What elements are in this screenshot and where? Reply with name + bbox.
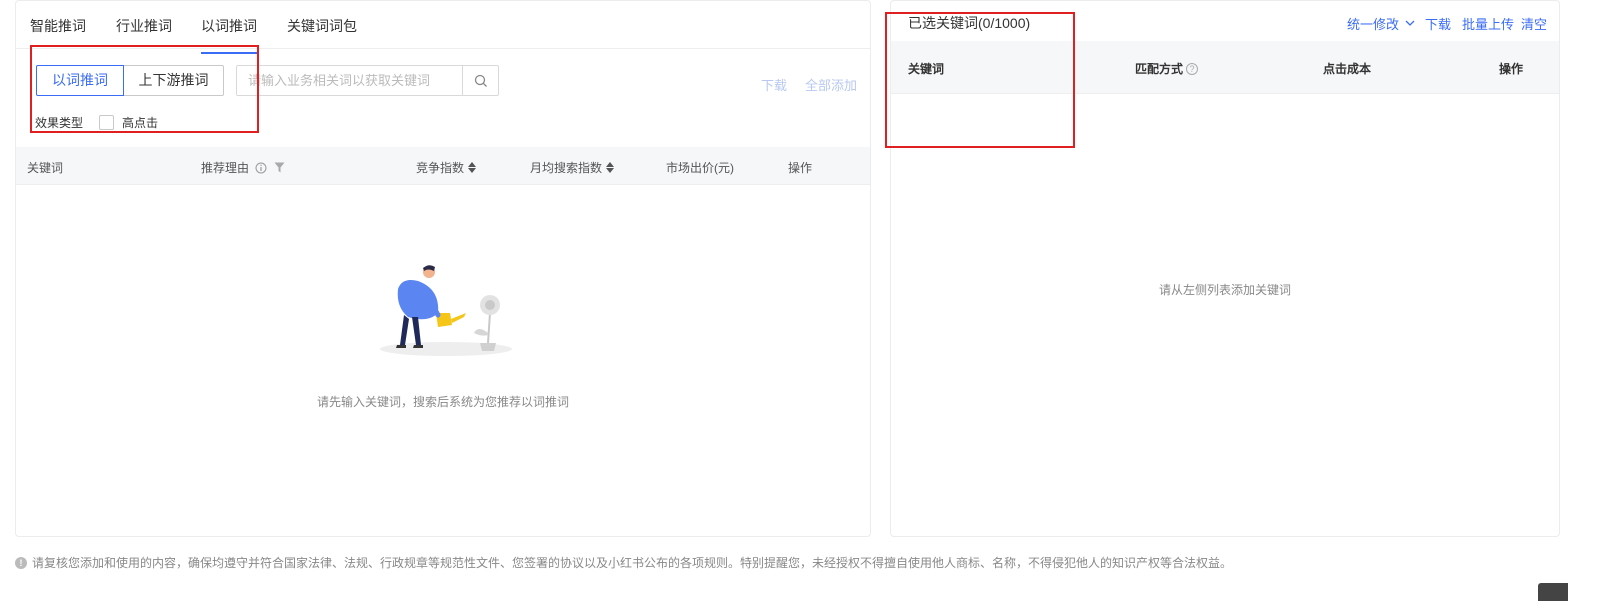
high-click-label: 高点击 xyxy=(122,116,159,130)
column-competition-label: 竞争指数 xyxy=(416,161,465,175)
keyword-search-input[interactable] xyxy=(237,66,463,95)
selected-table-header: 关键词 匹配方式 ? 点击成本 操作 xyxy=(891,41,1559,94)
compliance-notice: ! 请复核您添加和使用的内容，确保均遵守并符合国家法律、法规、行政规章等规范性文… xyxy=(15,554,1232,571)
mode-word-recommend-button[interactable]: 以词推词 xyxy=(36,65,124,96)
download-link[interactable]: 下载 xyxy=(1425,14,1451,33)
corner-widget[interactable] xyxy=(1538,583,1568,601)
column-match-type-label: 匹配方式 xyxy=(1135,62,1184,76)
column-market-bid: 市场出价(元) xyxy=(666,161,734,175)
tab-smart-recommend[interactable]: 智能推词 xyxy=(30,16,86,36)
selected-empty-text: 请从左侧列表添加关键词 xyxy=(1158,283,1291,297)
selected-keywords-panel: 已选关键词(0/1000) 统一修改 下载 批量上传 清空 关键词 匹配方式 ?… xyxy=(890,0,1560,537)
effect-type-label: 效果类型 xyxy=(35,116,84,130)
clear-link[interactable]: 清空 xyxy=(1521,14,1547,33)
info-icon[interactable] xyxy=(255,162,267,174)
column-monthly-search-label: 月均搜索指数 xyxy=(530,161,603,175)
sort-icon[interactable] xyxy=(468,162,477,173)
column-match-type: 匹配方式 ? xyxy=(1135,60,1199,77)
empty-state-text: 请先输入关键词，搜索后系统为您推荐以词推词 xyxy=(316,395,569,409)
search-button[interactable] xyxy=(462,66,498,95)
keyword-recommend-panel: 智能推词 行业推词 以词推词 关键词词包 以词推词 上下游推词 下载 全部添加 … xyxy=(15,0,871,537)
keyword-search-box xyxy=(236,65,499,96)
column-action: 操作 xyxy=(788,161,813,175)
column-click-cost: 点击成本 xyxy=(1323,62,1372,76)
tab-keyword-package[interactable]: 关键词词包 xyxy=(287,16,357,36)
recommend-tabs: 智能推词 行业推词 以词推词 关键词词包 xyxy=(16,1,870,54)
batch-upload-link[interactable]: 批量上传 xyxy=(1462,14,1514,33)
chevron-down-icon xyxy=(1405,20,1415,26)
info-icon: ! xyxy=(15,556,27,569)
add-all-link[interactable]: 全部添加 xyxy=(805,75,857,94)
column-reason: 推荐理由 xyxy=(201,159,285,176)
mode-upstream-downstream-button[interactable]: 上下游推词 xyxy=(123,65,224,96)
search-icon xyxy=(474,74,487,87)
help-icon[interactable]: ? xyxy=(1186,62,1199,75)
column-action: 操作 xyxy=(1499,62,1524,76)
empty-state-illustration xyxy=(380,265,512,356)
column-monthly-search[interactable]: 月均搜索指数 xyxy=(530,159,615,176)
recommend-table-header: 关键词 推荐理由 竞争指数 月均搜索指数 市场出价(元) 操作 xyxy=(16,147,870,185)
filter-icon[interactable] xyxy=(274,162,285,173)
high-click-checkbox[interactable] xyxy=(99,115,115,130)
column-competition[interactable]: 竞争指数 xyxy=(416,159,477,176)
batch-edit-label: 统一修改 xyxy=(1347,17,1400,32)
compliance-notice-text: 请复核您添加和使用的内容，确保均遵守并符合国家法律、法规、行政规章等规范性文件、… xyxy=(32,556,1233,570)
tab-industry-recommend[interactable]: 行业推词 xyxy=(116,16,172,36)
tab-word-recommend[interactable]: 以词推词 xyxy=(201,16,257,54)
column-keyword: 关键词 xyxy=(908,62,945,76)
column-reason-label: 推荐理由 xyxy=(201,161,250,175)
sort-icon[interactable] xyxy=(606,162,615,173)
download-link[interactable]: 下载 xyxy=(761,75,787,94)
selected-keywords-title: 已选关键词(0/1000) xyxy=(908,15,1031,31)
column-keyword: 关键词 xyxy=(27,161,64,175)
batch-edit-dropdown[interactable]: 统一修改 xyxy=(1347,14,1415,33)
effect-type-filter: 效果类型 高点击 xyxy=(35,114,158,131)
